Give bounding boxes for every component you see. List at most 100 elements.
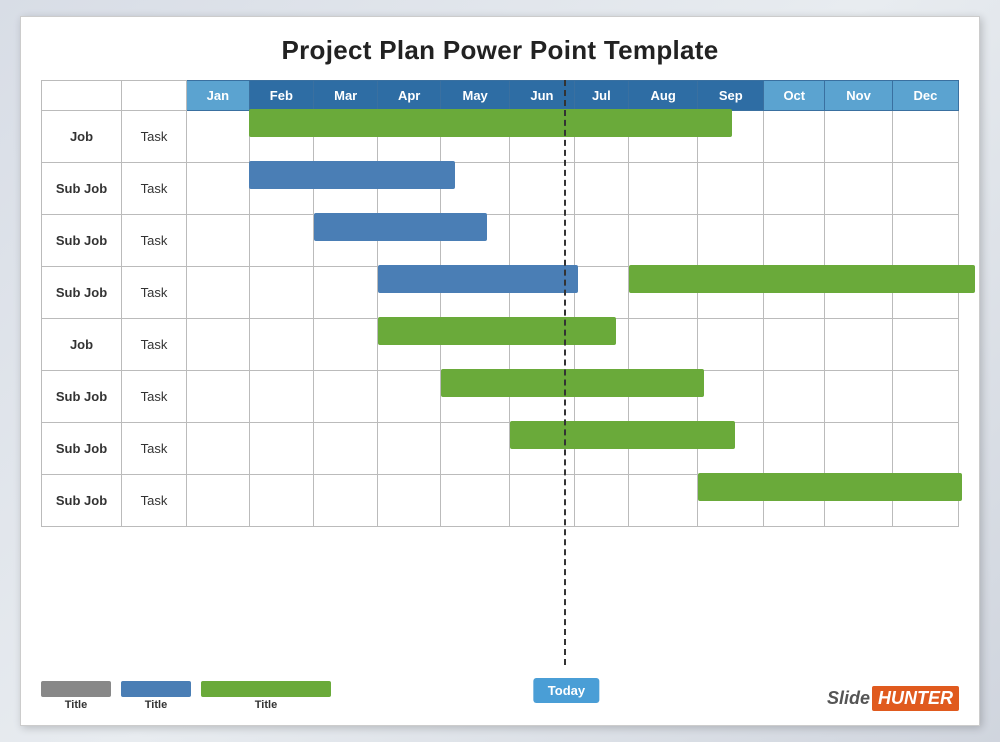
task-cell: Task xyxy=(122,215,187,267)
month-cell xyxy=(698,319,764,371)
month-cell xyxy=(187,371,250,423)
month-cell xyxy=(187,319,250,371)
month-cell xyxy=(249,475,313,527)
month-cell xyxy=(441,423,510,475)
month-cell xyxy=(825,423,893,475)
month-cell xyxy=(510,475,574,527)
legend-bar-1 xyxy=(41,681,111,697)
month-cell xyxy=(629,475,698,527)
month-cell xyxy=(892,319,958,371)
gantt-bar xyxy=(698,473,962,501)
gantt-table: Jan Feb Mar Apr May Jun Jul Aug Sep Oct … xyxy=(41,80,959,527)
month-cell xyxy=(892,371,958,423)
legend-label-2: Title xyxy=(145,699,167,711)
month-cell xyxy=(441,475,510,527)
month-cell xyxy=(764,215,825,267)
month-cell xyxy=(378,423,441,475)
month-cell xyxy=(187,267,250,319)
month-cell xyxy=(314,371,378,423)
month-cell xyxy=(378,371,441,423)
month-cell xyxy=(629,163,698,215)
job-cell: Sub Job xyxy=(42,163,122,215)
task-cell: Task xyxy=(122,371,187,423)
month-cell xyxy=(187,423,250,475)
task-cell: Task xyxy=(122,267,187,319)
legend-bar-3 xyxy=(201,681,331,697)
legend-item-2: Title xyxy=(121,681,191,711)
month-cell xyxy=(698,371,764,423)
logo-slide: Slide xyxy=(827,688,870,709)
job-cell: Sub Job xyxy=(42,475,122,527)
month-cell xyxy=(825,111,893,163)
month-cell xyxy=(892,215,958,267)
gantt-bar xyxy=(629,265,975,293)
month-cell xyxy=(698,163,764,215)
month-cell xyxy=(629,319,698,371)
gantt-bar xyxy=(314,213,488,241)
month-cell xyxy=(187,111,250,163)
month-cell xyxy=(187,215,250,267)
month-cell xyxy=(187,475,250,527)
month-cell xyxy=(249,267,313,319)
task-cell: Task xyxy=(122,423,187,475)
month-apr-header: Apr xyxy=(378,81,441,111)
job-cell: Sub Job xyxy=(42,215,122,267)
month-cell xyxy=(249,371,313,423)
month-cell xyxy=(892,163,958,215)
month-cell xyxy=(378,475,441,527)
slide-container: Project Plan Power Point Template Jan Fe… xyxy=(20,16,980,726)
job-cell: Job xyxy=(42,111,122,163)
month-cell xyxy=(314,423,378,475)
gantt-bar xyxy=(441,369,704,397)
task-cell: Task xyxy=(122,163,187,215)
month-cell xyxy=(764,371,825,423)
month-cell xyxy=(764,423,825,475)
month-cell xyxy=(825,319,893,371)
month-jun-header: Jun xyxy=(510,81,574,111)
legend-label-3: Title xyxy=(255,699,277,711)
month-cell xyxy=(314,267,378,319)
month-may-header: May xyxy=(441,81,510,111)
col-job-header xyxy=(42,81,122,111)
month-cell xyxy=(825,371,893,423)
month-cell xyxy=(825,215,893,267)
legend-items: Title Title Title xyxy=(41,681,331,711)
month-sep-header: Sep xyxy=(698,81,764,111)
month-cell xyxy=(510,215,574,267)
legend-item-3: Title xyxy=(201,681,331,711)
month-cell xyxy=(314,319,378,371)
gantt-wrapper: Jan Feb Mar Apr May Jun Jul Aug Sep Oct … xyxy=(41,80,959,665)
month-cell xyxy=(574,215,628,267)
month-mar-header: Mar xyxy=(314,81,378,111)
month-cell xyxy=(510,163,574,215)
legend-area: Title Title Title xyxy=(41,669,959,711)
month-jul-header: Jul xyxy=(574,81,628,111)
gantt-bar xyxy=(378,317,616,345)
table-row: Sub JobTask xyxy=(42,215,959,267)
gantt-bar xyxy=(378,265,579,293)
table-row: Sub JobTask xyxy=(42,163,959,215)
month-cell xyxy=(764,163,825,215)
month-cell xyxy=(187,163,250,215)
month-dec-header: Dec xyxy=(892,81,958,111)
month-feb-header: Feb xyxy=(249,81,313,111)
col-task-header xyxy=(122,81,187,111)
job-cell: Sub Job xyxy=(42,267,122,319)
month-cell xyxy=(698,215,764,267)
job-cell: Sub Job xyxy=(42,423,122,475)
month-nov-header: Nov xyxy=(825,81,893,111)
task-cell: Task xyxy=(122,111,187,163)
gantt-bar xyxy=(249,161,455,189)
month-cell xyxy=(892,111,958,163)
job-cell: Job xyxy=(42,319,122,371)
month-cell xyxy=(764,319,825,371)
month-jan-header: Jan xyxy=(187,81,250,111)
month-cell xyxy=(249,319,313,371)
month-cell xyxy=(574,267,628,319)
job-cell: Sub Job xyxy=(42,371,122,423)
header-row: Jan Feb Mar Apr May Jun Jul Aug Sep Oct … xyxy=(42,81,959,111)
gantt-bar xyxy=(510,421,735,449)
month-oct-header: Oct xyxy=(764,81,825,111)
logo-hunter: HUNTER xyxy=(872,686,959,711)
month-cell xyxy=(629,215,698,267)
